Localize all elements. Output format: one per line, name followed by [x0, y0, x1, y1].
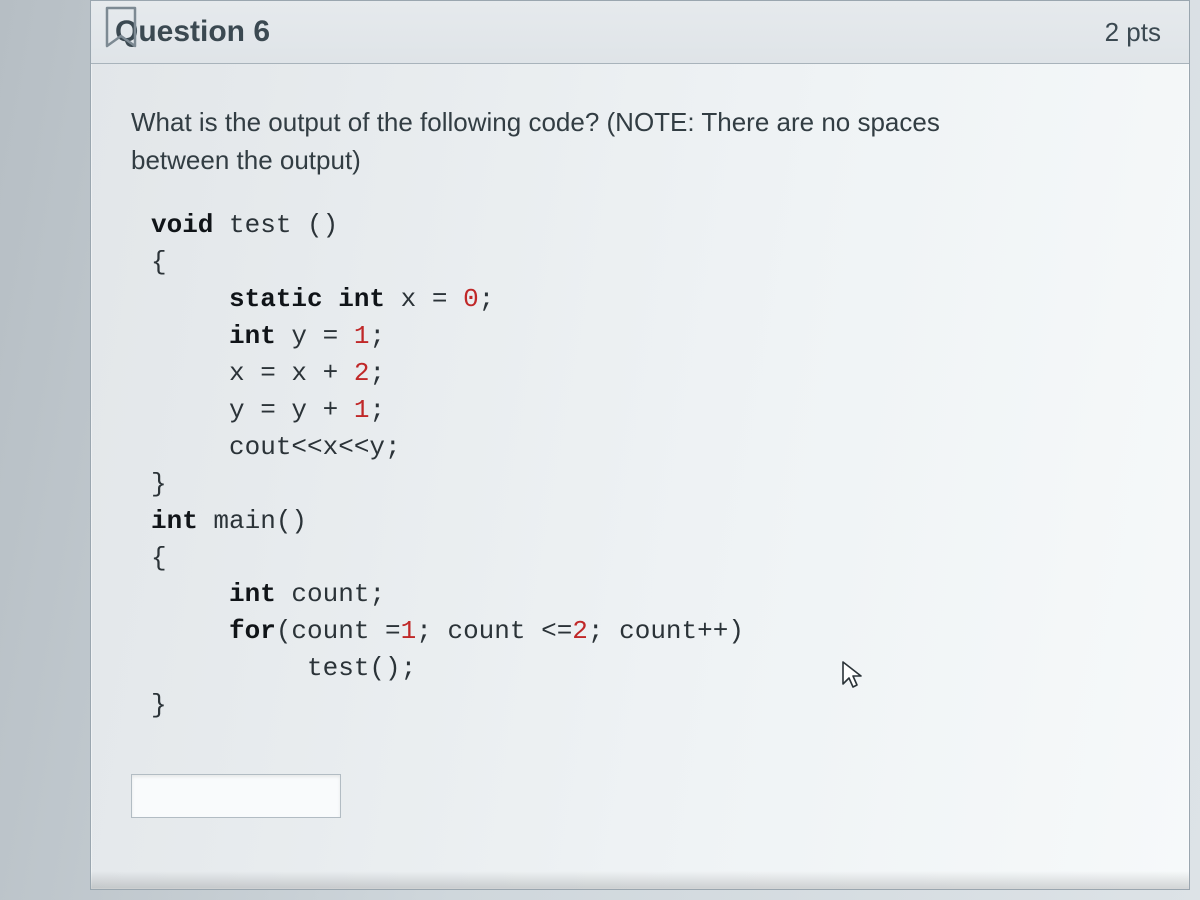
- code-block: void test () { static int x = 0; int y =…: [131, 207, 1149, 724]
- code-text: }: [151, 469, 167, 499]
- code-text: y = y +: [151, 395, 354, 425]
- code-text: {: [151, 543, 167, 573]
- code-keyword: int: [151, 579, 276, 609]
- code-text: (count =: [276, 616, 401, 646]
- code-number: 2: [354, 358, 370, 388]
- code-text: ;: [479, 284, 495, 314]
- code-text: main(): [198, 506, 307, 536]
- code-text: ;: [369, 321, 385, 351]
- code-keyword: int: [151, 506, 198, 536]
- code-keyword: static int: [151, 284, 385, 314]
- code-number: 1: [354, 321, 370, 351]
- code-keyword: for: [151, 616, 276, 646]
- shadow-decoration: [91, 871, 1189, 889]
- question-header: Question 6 2 pts: [91, 1, 1189, 64]
- code-text: test();: [151, 653, 416, 683]
- question-points: 2 pts: [1105, 17, 1161, 48]
- code-text: {: [151, 247, 167, 277]
- code-number: 1: [401, 616, 417, 646]
- code-number: 0: [463, 284, 479, 314]
- code-keyword: void: [151, 210, 213, 240]
- code-number: 2: [572, 616, 588, 646]
- code-text: ; count <=: [416, 616, 572, 646]
- code-text: ; count++): [588, 616, 744, 646]
- code-text: x =: [385, 284, 463, 314]
- bookmark-icon[interactable]: [103, 6, 139, 50]
- code-text: y =: [276, 321, 354, 351]
- code-text: }: [151, 690, 167, 720]
- code-text: test (): [213, 210, 338, 240]
- question-prompt: What is the output of the following code…: [131, 104, 1011, 179]
- code-text: ;: [369, 358, 385, 388]
- cursor-icon: [840, 660, 864, 690]
- question-card: Question 6 2 pts What is the output of t…: [90, 0, 1190, 890]
- code-number: 1: [354, 395, 370, 425]
- screen-background: Question 6 2 pts What is the output of t…: [0, 0, 1200, 900]
- question-body: What is the output of the following code…: [91, 64, 1189, 848]
- code-text: count;: [276, 579, 385, 609]
- code-text: x = x +: [151, 358, 354, 388]
- answer-input[interactable]: [131, 774, 341, 818]
- code-text: ;: [369, 395, 385, 425]
- code-keyword: int: [151, 321, 276, 351]
- code-text: cout<<x<<y;: [151, 432, 401, 462]
